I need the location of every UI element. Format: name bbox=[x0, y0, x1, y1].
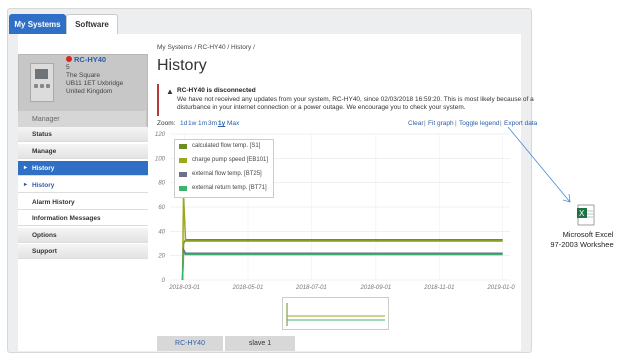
legend-label: charge pump speed [EB101] bbox=[192, 157, 269, 163]
sidebar-item-label: Status bbox=[32, 131, 52, 138]
sidebar-item-label: History bbox=[32, 182, 55, 189]
sidebar-item-manage[interactable]: Manage bbox=[18, 144, 148, 159]
series-line bbox=[181, 251, 503, 281]
desktop-file-label: Microsoft Excel bbox=[562, 230, 614, 239]
sidebar-item-status[interactable]: Status bbox=[18, 127, 148, 142]
clear-chart-link[interactable]: Clear bbox=[408, 120, 424, 127]
x-tick-label: 2018-11-01 bbox=[423, 285, 454, 291]
tab-software[interactable]: Software bbox=[66, 14, 118, 34]
legend-label: external return temp. [BT71] bbox=[192, 185, 267, 191]
zoom-option-max[interactable]: Max bbox=[227, 120, 239, 127]
y-tick-label: 80 bbox=[158, 181, 165, 187]
y-tick-label: 20 bbox=[157, 254, 165, 260]
x-tick-label: 2019-01-01 bbox=[486, 285, 515, 291]
sidebar-item-support[interactable]: Support bbox=[18, 244, 148, 259]
toggle-legend-link[interactable]: Toggle legend bbox=[459, 120, 499, 127]
heat-pump-device-image bbox=[30, 63, 54, 102]
legend-swatch bbox=[179, 186, 187, 191]
zoom-option-1w[interactable]: 1w bbox=[188, 120, 196, 127]
system-name-link[interactable]: RC-HY40 bbox=[74, 55, 106, 64]
user-role-label: Manager bbox=[32, 116, 60, 123]
sidebar-item-options[interactable]: Options bbox=[18, 228, 148, 243]
sidebar-item-label: Information Messages bbox=[32, 215, 101, 222]
y-tick-label: 0 bbox=[162, 278, 166, 284]
alert-message-line: We have not received any updates from yo… bbox=[177, 96, 534, 103]
fit-graph-link[interactable]: Fit graph bbox=[428, 120, 454, 127]
chevron-right-icon: ▸ bbox=[24, 182, 28, 188]
sidebar-subitem-information-messages[interactable]: Information Messages bbox=[18, 211, 148, 226]
address-line: United Kingdom bbox=[66, 88, 113, 95]
sidebar-subitem-alarm-history[interactable]: Alarm History bbox=[18, 195, 148, 210]
x-tick-label: 2018-07-01 bbox=[295, 285, 327, 291]
navigator-sparkline bbox=[286, 303, 385, 326]
chevron-right-icon: ▸ bbox=[24, 165, 28, 171]
x-tick-label: 2018-09-01 bbox=[360, 285, 392, 291]
page-title: History bbox=[157, 57, 207, 74]
address-line: The Square bbox=[66, 72, 100, 79]
zoom-option-1m[interactable]: 1m bbox=[198, 120, 207, 127]
tab-slave-1[interactable]: slave 1 bbox=[225, 336, 295, 351]
legend-swatch bbox=[179, 144, 187, 149]
chart-navigator[interactable] bbox=[282, 297, 389, 330]
alert-message-line: disturbance in your internet connection … bbox=[177, 104, 466, 111]
breadcrumb: My Systems / RC-HY40 / History / bbox=[157, 44, 255, 51]
series-line bbox=[181, 194, 503, 281]
y-tick-label: 120 bbox=[155, 132, 166, 138]
series-line bbox=[181, 239, 503, 281]
legend-swatch bbox=[179, 158, 187, 163]
legend-swatch bbox=[179, 172, 187, 177]
sidebar-item-label: Manage bbox=[32, 148, 57, 155]
y-tick-label: 60 bbox=[158, 205, 165, 211]
zoom-option-3m[interactable]: 3m bbox=[208, 120, 217, 127]
chart-legend[interactable]: calculated flow temp. [S1] charge pump s… bbox=[174, 139, 274, 198]
excel-file-icon[interactable]: X bbox=[576, 204, 596, 226]
address-line: UB11 1ET Uxbridge bbox=[66, 80, 124, 87]
sidebar-item-history[interactable]: ▸ History bbox=[18, 161, 148, 176]
zoom-option-1y[interactable]: 1y bbox=[218, 120, 225, 127]
zoom-label: Zoom: bbox=[157, 120, 176, 127]
top-tab-bar: My Systems Software bbox=[9, 14, 522, 35]
desktop-file-label-line2: 97-2003 Workshee bbox=[550, 240, 614, 249]
zoom-option-1d[interactable]: 1d bbox=[180, 120, 187, 127]
legend-label: external flow temp. [BT25] bbox=[192, 171, 262, 177]
sidebar-item-label: Support bbox=[32, 248, 57, 255]
alert-title: RC-HY40 is disconnected bbox=[177, 87, 256, 94]
legend-label: calculated flow temp. [S1] bbox=[192, 143, 261, 149]
address-line: 5 bbox=[66, 64, 70, 71]
disconnected-status-icon bbox=[66, 56, 72, 62]
sidebar-item-label: History bbox=[32, 165, 55, 172]
svg-text:X: X bbox=[579, 209, 585, 218]
y-tick-label: 100 bbox=[155, 156, 166, 162]
warning-triangle-icon: ▲ bbox=[166, 87, 174, 96]
sidebar-item-label: Options bbox=[32, 232, 57, 239]
x-tick-label: 2018-03-01 bbox=[168, 285, 200, 291]
sidebar-item-label: Alarm History bbox=[32, 199, 75, 206]
pointer-arrow bbox=[507, 126, 571, 203]
tab-rc-hy40[interactable]: RC-HY40 bbox=[157, 336, 223, 351]
y-tick-label: 40 bbox=[158, 229, 165, 235]
sidebar-subitem-history[interactable]: ▸ History bbox=[18, 178, 148, 193]
tab-my-systems[interactable]: My Systems bbox=[9, 14, 66, 34]
x-tick-label: 2018-05-01 bbox=[232, 285, 264, 291]
